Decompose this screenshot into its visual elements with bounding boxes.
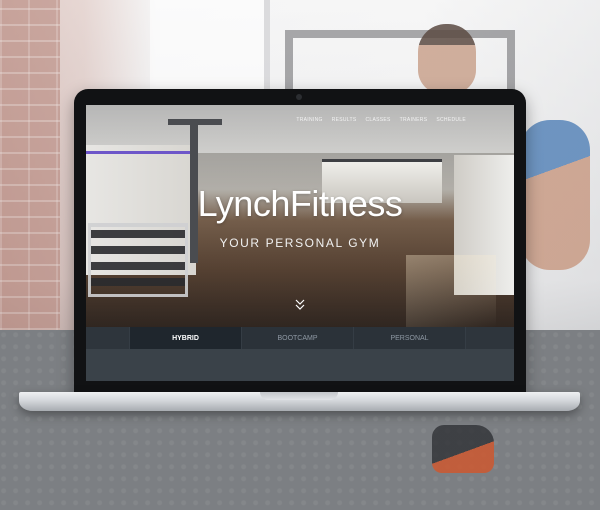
- site-nav: TRAINING RESULTS CLASSES TRAINERS SCHEDU…: [296, 117, 466, 123]
- tab-spacer-end: [466, 327, 514, 349]
- tab-label: HYBRID: [172, 334, 199, 342]
- hero-section: TRAINING RESULTS CLASSES TRAINERS SCHEDU…: [86, 105, 514, 327]
- background-window: [150, 0, 270, 90]
- background-shoe: [432, 425, 494, 473]
- tab-personal[interactable]: PERSONAL: [354, 327, 466, 349]
- tab-spacer: [86, 327, 130, 349]
- nav-item-schedule[interactable]: SCHEDULE: [436, 117, 466, 123]
- program-tabs: HYBRID BOOTCAMP PERSONAL: [86, 327, 514, 349]
- tab-content-area: [86, 349, 514, 381]
- dumbbell-rack: [88, 223, 188, 297]
- laptop-screen: TRAINING RESULTS CLASSES TRAINERS SCHEDU…: [86, 105, 514, 381]
- hero-accent-bar: [86, 151, 190, 154]
- tab-bootcamp[interactable]: BOOTCAMP: [242, 327, 354, 349]
- nav-item-results[interactable]: RESULTS: [332, 117, 357, 123]
- laptop-base: [19, 392, 580, 411]
- nav-item-training[interactable]: TRAINING: [296, 117, 322, 123]
- tab-hybrid[interactable]: HYBRID: [130, 327, 242, 349]
- tab-label: BOOTCAMP: [277, 334, 318, 342]
- background-brick-wall: [0, 0, 60, 330]
- laptop-notch: [260, 392, 338, 400]
- nav-item-classes[interactable]: CLASSES: [366, 117, 391, 123]
- camera-icon: [296, 94, 302, 100]
- laptop-lid: TRAINING RESULTS CLASSES TRAINERS SCHEDU…: [74, 89, 526, 392]
- brand-title: LynchFitness: [197, 183, 403, 224]
- background-person: [418, 24, 476, 94]
- nav-item-trainers[interactable]: TRAINERS: [400, 117, 428, 123]
- tab-label: PERSONAL: [390, 334, 429, 342]
- background-person-arm: [520, 120, 590, 270]
- double-chevron-down-icon[interactable]: [292, 298, 308, 312]
- brand-tagline: YOUR PERSONAL GYM: [219, 236, 381, 250]
- floor-reflection: [406, 255, 496, 327]
